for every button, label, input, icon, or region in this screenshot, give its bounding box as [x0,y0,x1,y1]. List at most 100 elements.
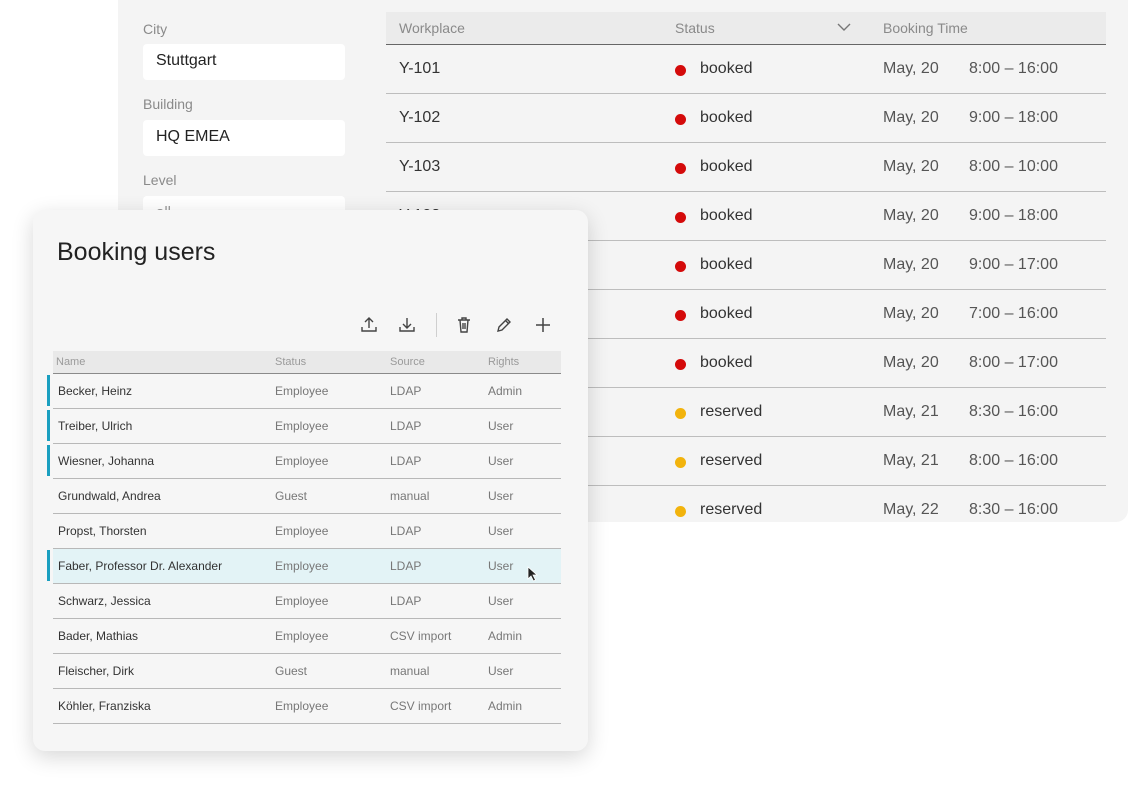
user-source: CSV import [390,629,452,643]
user-name: Grundwald, Andrea [58,489,161,503]
booking-users-dialog: Booking users Name Status Source Rights … [33,210,588,751]
user-status: Employee [275,419,329,433]
upload-icon[interactable] [358,314,380,336]
user-name: Köhler, Franziska [58,699,151,713]
user-source: LDAP [390,594,422,608]
booking-time: 9:00 – 17:00 [969,256,1058,273]
booking-row[interactable]: Y-102 booked May, 20 9:00 – 18:00 [386,94,1106,143]
booking-status: booked [700,207,753,224]
status-dot-icon [675,359,686,370]
toolbar-divider [436,313,437,337]
users-table: Name Status Source Rights Becker, Heinz E… [47,351,561,724]
booking-status: booked [700,305,753,322]
user-source: LDAP [390,559,422,573]
booking-time: 8:30 – 16:00 [969,501,1058,518]
user-rights: Admin [488,629,523,643]
column-header-status[interactable]: Status [675,20,715,36]
user-status: Employee [275,384,329,398]
booking-status: reserved [700,452,763,469]
users-table-header: Name Status Source Rights [53,351,561,374]
booking-status: reserved [700,403,763,420]
user-status: Employee [275,454,329,468]
booking-date: May, 20 [883,109,939,126]
user-source: manual [390,489,430,503]
user-row[interactable]: Köhler, Franziska Employee CSV import Admin [53,689,561,724]
booking-date: May, 20 [883,354,939,371]
status-dot-icon [675,261,686,272]
user-rights: Admin [488,699,523,713]
status-dot-icon [675,212,686,223]
booking-row[interactable]: Y-101 booked May, 20 8:00 – 16:00 [386,45,1106,94]
booking-row[interactable]: Y-103 booked May, 20 8:00 – 10:00 [386,143,1106,192]
user-name: Treiber, Ulrich [58,419,133,433]
user-row[interactable]: Propst, Thorsten Employee LDAP User [53,514,561,549]
user-row[interactable]: Fleischer, Dirk Guest manual User [53,654,561,689]
booking-time: 8:00 – 16:00 [969,452,1058,469]
row-marker [47,445,50,476]
user-rights: User [488,594,514,608]
booking-status: booked [700,158,753,175]
user-row[interactable]: Wiesner, Johanna Employee LDAP User [47,444,561,479]
user-rights: Admin [488,384,523,398]
booking-time: 8:00 – 17:00 [969,354,1058,371]
column-header-name[interactable]: Name [56,356,85,368]
column-header-rights[interactable]: Rights [488,356,519,368]
user-status: Employee [275,629,329,643]
column-header-workplace[interactable]: Workplace [399,20,465,36]
trash-icon[interactable] [453,314,475,336]
user-status: Employee [275,594,329,608]
users-table-body: Becker, Heinz Employee LDAP Admin Treiber, U… [47,374,561,724]
user-row[interactable]: Treiber, Ulrich Employee LDAP User [47,409,561,444]
user-source: CSV import [390,699,452,713]
user-source: LDAP [390,384,422,398]
mouse-cursor-icon [527,566,539,582]
user-rights: User [488,664,514,678]
booking-status: booked [700,109,753,126]
building-label: Building [143,96,193,112]
status-dot-icon [675,408,686,419]
column-header-booking-time[interactable]: Booking Time [883,20,968,36]
building-field[interactable]: HQ EMEA [143,120,345,156]
booking-time: 9:00 – 18:00 [969,109,1058,126]
user-rights: User [488,559,514,573]
user-row[interactable]: Bader, Mathias Employee CSV import Admin [53,619,561,654]
city-field[interactable]: Stuttgart [143,44,345,80]
user-row[interactable]: Becker, Heinz Employee LDAP Admin [47,374,561,409]
status-dot-icon [675,457,686,468]
booking-time: 8:00 – 10:00 [969,158,1058,175]
column-header-source[interactable]: Source [390,356,425,368]
user-name: Bader, Mathias [58,629,139,643]
user-status: Guest [275,664,308,678]
plus-icon[interactable] [532,314,554,336]
booking-time: 8:30 – 16:00 [969,403,1058,420]
pencil-icon[interactable] [493,314,515,336]
booking-time: 9:00 – 18:00 [969,207,1058,224]
status-dot-icon [675,163,686,174]
user-row[interactable]: Faber, Professor Dr. Alexander Employee LD… [47,549,561,584]
status-dot-icon [675,506,686,517]
user-status: Guest [275,489,308,503]
row-marker [47,550,50,581]
level-label: Level [143,172,177,188]
user-row[interactable]: Grundwald, Andrea Guest manual User [53,479,561,514]
user-source: LDAP [390,524,422,538]
booking-date: May, 20 [883,256,939,273]
download-icon[interactable] [396,314,418,336]
status-dot-icon [675,310,686,321]
user-name: Propst, Thorsten [58,524,147,538]
booking-workplace: Y-101 [399,60,441,77]
booking-date: May, 20 [883,158,939,175]
user-rights: User [488,489,514,503]
chevron-down-icon[interactable] [836,19,852,38]
booking-status: reserved [700,501,763,518]
user-status: Employee [275,524,329,538]
user-status: Employee [275,699,329,713]
user-name: Fleischer, Dirk [58,664,135,678]
status-dot-icon [675,114,686,125]
user-row[interactable]: Schwarz, Jessica Employee LDAP User [53,584,561,619]
column-header-status[interactable]: Status [275,356,306,368]
bookings-table-header: Workplace Status Booking Time [386,12,1106,45]
status-dot-icon [675,65,686,76]
booking-time: 8:00 – 16:00 [969,60,1058,77]
city-label: City [143,21,168,37]
